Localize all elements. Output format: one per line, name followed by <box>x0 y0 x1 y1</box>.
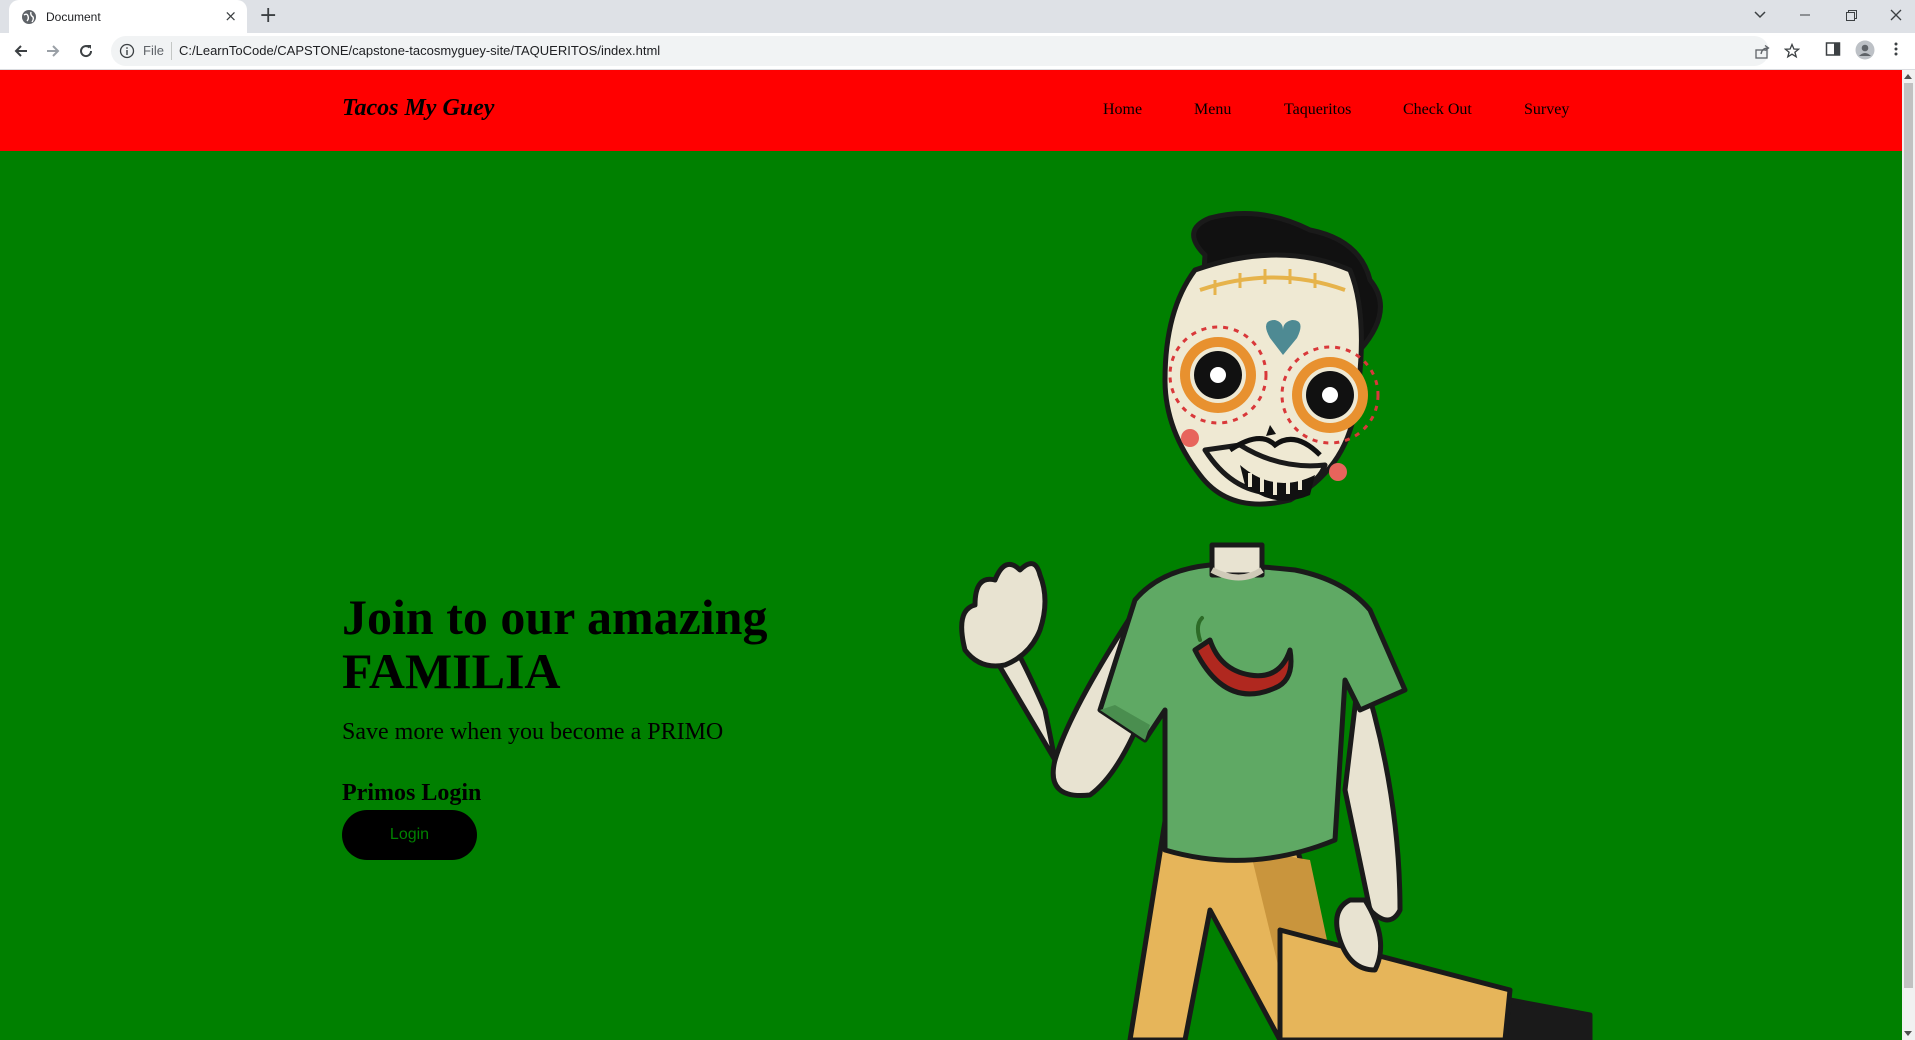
browser-tab[interactable]: Document × <box>9 0 247 33</box>
hero-title-line2: FAMILIA <box>342 643 561 699</box>
side-panel-icon[interactable] <box>1825 41 1841 61</box>
page-viewport: Tacos My Guey Home Menu Taqueritos Check… <box>0 70 1902 1040</box>
share-icon[interactable] <box>1755 44 1770 63</box>
globe-icon <box>21 9 37 25</box>
nav-link-survey[interactable]: Survey <box>1524 101 1569 119</box>
login-button[interactable]: Login <box>342 810 477 860</box>
close-window-icon[interactable] <box>1881 0 1911 30</box>
info-icon[interactable] <box>119 43 135 59</box>
site-header: Tacos My Guey Home Menu Taqueritos Check… <box>0 70 1902 151</box>
kebab-menu-icon[interactable] <box>1894 41 1898 61</box>
address-separator <box>171 42 172 60</box>
browser-tabstrip: Document × + <box>0 0 1915 33</box>
hero-subtitle: Save more when you become a PRIMO <box>342 719 724 745</box>
nav-link-menu[interactable]: Menu <box>1194 101 1231 119</box>
scroll-up-icon[interactable] <box>1904 74 1912 79</box>
nav-link-taqueritos[interactable]: Taqueritos <box>1284 101 1351 119</box>
reload-icon[interactable] <box>76 41 96 61</box>
address-bar[interactable]: File C:/LearnToCode/CAPSTONE/capstone-ta… <box>111 36 1801 66</box>
scrollbar-thumb[interactable] <box>1904 83 1913 988</box>
tab-title: Document <box>46 9 101 24</box>
login-heading: Primos Login <box>342 780 482 806</box>
scroll-down-icon[interactable] <box>1904 1031 1912 1036</box>
hero-title: Join to our amazing FAMILIA <box>342 590 862 698</box>
restore-icon[interactable] <box>1836 0 1866 30</box>
arrow-left-icon[interactable] <box>11 41 31 61</box>
address-url[interactable]: C:/LearnToCode/CAPSTONE/capstone-tacosmy… <box>179 43 660 58</box>
star-icon[interactable] <box>1783 42 1801 63</box>
tab-close-icon[interactable]: × <box>224 9 237 24</box>
address-scheme: File <box>143 43 164 58</box>
tab-search-icon[interactable] <box>1745 0 1775 30</box>
nav-link-home[interactable]: Home <box>1103 101 1142 119</box>
nav-link-check-out[interactable]: Check Out <box>1403 101 1472 119</box>
hero-title-line1: Join to our amazing <box>342 589 768 645</box>
page-scrollbar[interactable] <box>1902 70 1915 1040</box>
browser-toolbar: File C:/LearnToCode/CAPSTONE/capstone-ta… <box>0 33 1915 70</box>
new-tab-button[interactable]: + <box>259 4 277 28</box>
skeleton-mascot-illustration <box>959 211 1593 1040</box>
arrow-right-icon[interactable] <box>43 41 63 61</box>
profile-icon[interactable] <box>1855 40 1875 64</box>
minimize-icon[interactable] <box>1790 0 1820 30</box>
site-brand[interactable]: Tacos My Guey <box>342 95 494 122</box>
